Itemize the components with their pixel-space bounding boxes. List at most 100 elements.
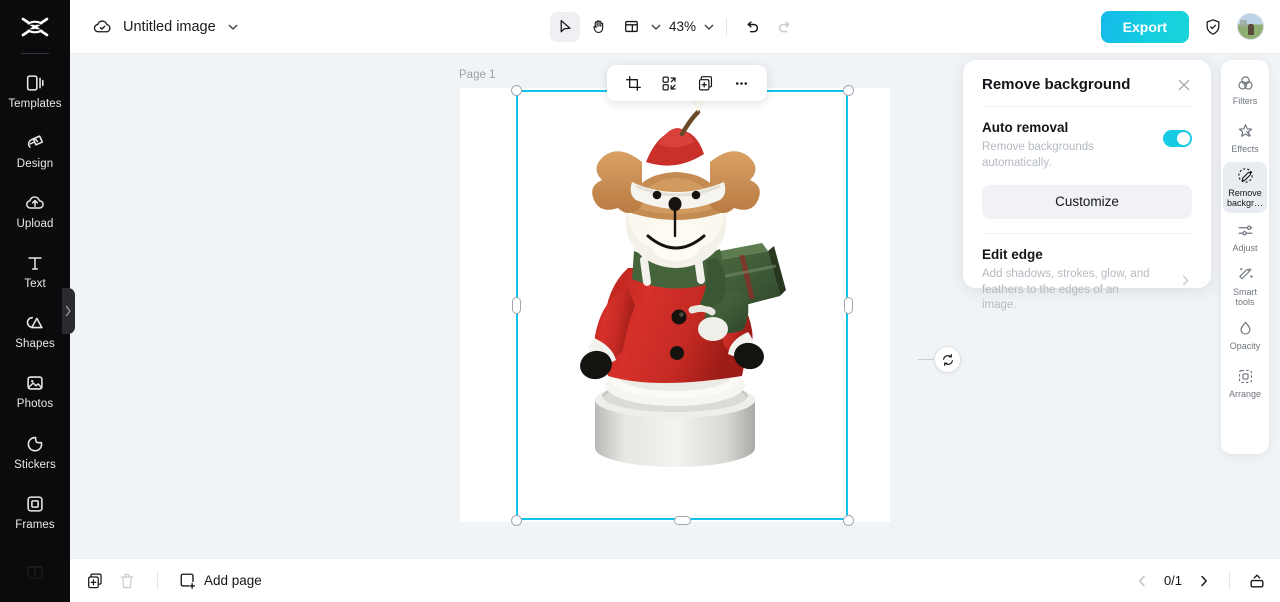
rail-item-label: Smart tools bbox=[1232, 286, 1257, 308]
cloud-saved-icon[interactable] bbox=[92, 16, 113, 37]
close-icon[interactable] bbox=[1176, 77, 1192, 93]
bottom-bar: Add page 0/1 bbox=[70, 558, 1280, 602]
export-button[interactable]: Export bbox=[1100, 10, 1189, 43]
sidebar-item-label: Shapes bbox=[15, 338, 55, 351]
rail-item-arrange[interactable]: Arrange bbox=[1223, 359, 1267, 407]
sidebar-item-label: Photos bbox=[16, 398, 54, 411]
templates-icon bbox=[26, 74, 44, 91]
shapes-icon bbox=[26, 317, 43, 329]
sidebar-item-text[interactable]: Text bbox=[0, 241, 70, 301]
adjust-icon bbox=[1238, 224, 1252, 236]
more-horizontal-icon bbox=[735, 81, 747, 85]
chevron-right-icon bbox=[65, 305, 71, 317]
canvas-tools: 43% bbox=[549, 11, 800, 42]
avatar[interactable] bbox=[1237, 13, 1264, 40]
sidebar-collapse-toggle[interactable] bbox=[62, 288, 75, 334]
rail-item-label: Opacity bbox=[1229, 341, 1261, 352]
rail-item-label: Filters bbox=[1232, 95, 1258, 106]
rail-item-remove-background[interactable]: Remove backgr… bbox=[1223, 162, 1267, 213]
trash-icon[interactable] bbox=[118, 572, 136, 590]
right-tool-rail: Filters Effects Remove backgr… Adjust Sm… bbox=[1221, 60, 1269, 454]
chevron-left-icon[interactable] bbox=[1135, 574, 1149, 588]
rail-item-filters[interactable]: Filters bbox=[1223, 66, 1267, 114]
redo-button[interactable] bbox=[770, 12, 800, 42]
rail-item-effects[interactable]: Effects bbox=[1223, 114, 1267, 162]
sidebar-item-label: Upload bbox=[16, 217, 54, 230]
undo-button[interactable] bbox=[737, 12, 767, 42]
app-logo[interactable] bbox=[0, 0, 70, 53]
page-indicator: 0/1 bbox=[1163, 573, 1183, 588]
sidebar-item-templates[interactable]: Templates bbox=[0, 60, 70, 120]
expand-panel-icon[interactable] bbox=[1248, 572, 1266, 590]
replace-button[interactable] bbox=[653, 69, 685, 97]
selection-handle-bottom-center[interactable] bbox=[673, 515, 691, 525]
selection-handle-middle-left[interactable] bbox=[511, 296, 521, 314]
sidebar-item-frames[interactable]: Frames bbox=[0, 482, 70, 542]
chevron-right-icon[interactable] bbox=[1197, 574, 1211, 588]
document-title[interactable]: Untitled image bbox=[123, 19, 216, 35]
selection-handle-bottom-right[interactable] bbox=[842, 514, 854, 526]
text-icon bbox=[28, 257, 42, 270]
sidebar-divider bbox=[21, 53, 49, 55]
chevron-right-icon[interactable] bbox=[1179, 274, 1192, 287]
toolbar-divider bbox=[726, 17, 728, 36]
edit-edge-description: Add shadows, strokes, glow, and feathers… bbox=[982, 267, 1150, 312]
select-tool-button[interactable] bbox=[549, 11, 580, 42]
selection-handle-bottom-left[interactable] bbox=[510, 514, 522, 526]
rail-item-adjust[interactable]: Adjust bbox=[1223, 213, 1267, 261]
design-icon bbox=[27, 135, 44, 148]
rail-item-label: Arrange bbox=[1228, 389, 1262, 400]
duplicate-page-icon[interactable] bbox=[86, 572, 104, 590]
sidebar-item-label: Stickers bbox=[14, 458, 56, 471]
edit-edge-section[interactable]: Edit edge Add shadows, strokes, glow, an… bbox=[982, 234, 1192, 315]
redo-icon bbox=[778, 20, 790, 32]
crop-icon bbox=[625, 75, 641, 91]
zoom-chevron-down-icon[interactable] bbox=[702, 20, 716, 34]
duplicate-icon bbox=[698, 75, 712, 90]
duplicate-button[interactable] bbox=[689, 69, 721, 97]
edit-edge-title: Edit edge bbox=[982, 246, 1043, 262]
panel-header: Remove background bbox=[982, 76, 1192, 93]
sidebar-item-shapes[interactable]: Shapes bbox=[0, 301, 70, 361]
sidebar-item-design[interactable]: Design bbox=[0, 121, 70, 181]
opacity-icon bbox=[1239, 321, 1251, 335]
sidebar-item-upload[interactable]: Upload bbox=[0, 181, 70, 241]
sidebar-item-photos[interactable]: Photos bbox=[0, 361, 70, 421]
canvas-page[interactable] bbox=[460, 88, 890, 522]
rail-item-smart-tools[interactable]: Smart tools bbox=[1223, 261, 1267, 312]
more-options-button[interactable] bbox=[725, 69, 757, 97]
layout-icon bbox=[624, 20, 638, 33]
left-sidebar: Templates Design Upload Text Shapes Phot… bbox=[0, 0, 70, 602]
sidebar-item-label: Design bbox=[16, 157, 54, 170]
shield-check-icon[interactable] bbox=[1203, 17, 1223, 37]
rail-item-label: Effects bbox=[1231, 143, 1259, 154]
rail-item-opacity[interactable]: Opacity bbox=[1223, 311, 1267, 359]
sidebar-item-label: Text bbox=[24, 278, 46, 291]
auto-removal-toggle[interactable] bbox=[1163, 130, 1192, 147]
undo-icon bbox=[747, 20, 759, 32]
sidebar-item-label: Templates bbox=[8, 97, 62, 110]
crop-button[interactable] bbox=[617, 69, 649, 97]
auto-removal-title: Auto removal bbox=[982, 120, 1069, 135]
layout-chevron-down-icon[interactable] bbox=[649, 20, 663, 34]
arrange-icon bbox=[1238, 370, 1252, 384]
stickers-icon bbox=[27, 436, 43, 452]
chevron-down-icon[interactable] bbox=[226, 20, 240, 34]
selection-handle-top-left[interactable] bbox=[510, 84, 522, 96]
add-page-button[interactable]: Add page bbox=[179, 572, 262, 590]
rail-item-label: Adjust bbox=[1232, 242, 1258, 253]
add-page-icon bbox=[180, 573, 196, 589]
zoom-level[interactable]: 43% bbox=[666, 19, 699, 34]
sidebar-item-partial[interactable] bbox=[0, 542, 70, 602]
sidebar-item-stickers[interactable]: Stickers bbox=[0, 421, 70, 481]
page-actions: Add page bbox=[70, 571, 262, 590]
layout-tool-button[interactable] bbox=[616, 12, 646, 42]
effects-icon bbox=[1238, 124, 1252, 137]
hand-tool-button[interactable] bbox=[583, 12, 613, 42]
topbar-actions: Export bbox=[1100, 10, 1264, 43]
rotate-button[interactable] bbox=[934, 346, 961, 373]
customize-button[interactable]: Customize bbox=[982, 184, 1192, 219]
page-label: Page 1 bbox=[459, 69, 496, 81]
selection-handle-top-right[interactable] bbox=[842, 84, 854, 96]
selection-handle-middle-right[interactable] bbox=[843, 296, 853, 314]
